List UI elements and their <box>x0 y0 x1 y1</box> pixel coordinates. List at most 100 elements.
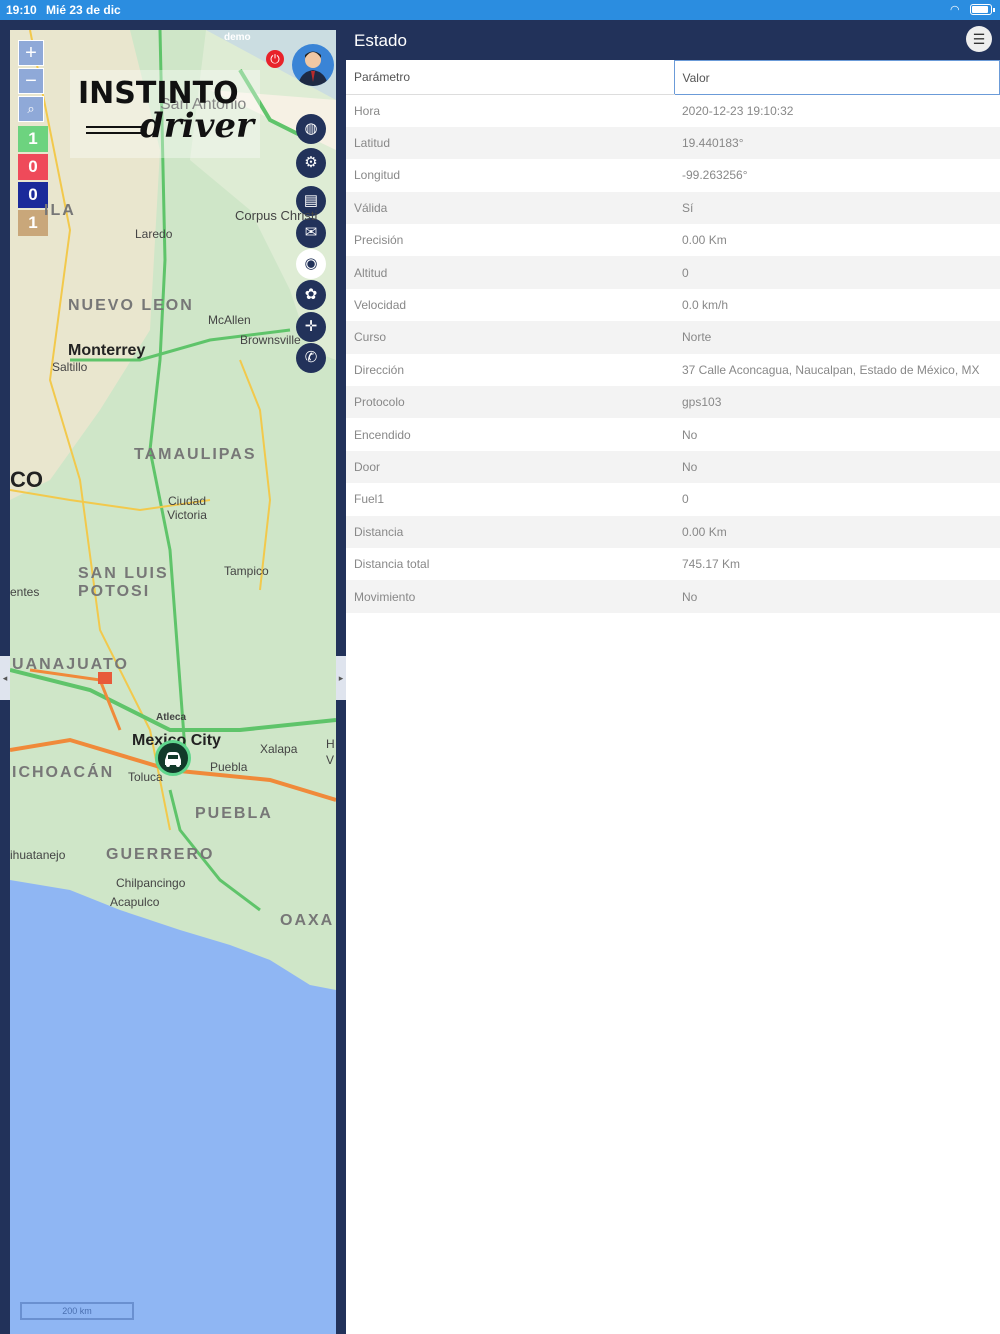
status-table: Parámetro Valor Hora 2020-12-23 19:10:32 L… <box>346 60 1000 613</box>
table-row[interactable]: Distancia total 745.17 Km <box>346 548 1000 580</box>
gear-icon[interactable]: ⚙ <box>296 148 326 178</box>
map-label: Acapulco <box>110 895 160 909</box>
value-cell: 0 <box>682 492 689 507</box>
paw-icon[interactable]: ✿ <box>296 280 326 310</box>
collapse-right-handle[interactable]: ▸ <box>336 656 346 700</box>
map-label: NUEVO LEON <box>68 297 194 314</box>
table-row[interactable]: Longitud -99.263256° <box>346 159 1000 191</box>
map-label: Laredo <box>135 227 173 241</box>
map-label: CO <box>10 467 43 492</box>
map-label: Monterrey <box>68 342 146 359</box>
map-label: H V <box>326 737 335 767</box>
parameter-cell: Encendido <box>354 427 411 442</box>
battery-level <box>972 6 989 13</box>
map-label: PUEBLA <box>195 805 273 822</box>
whatsapp-icon[interactable]: ✆ <box>296 343 326 373</box>
map-terrain <box>10 30 336 990</box>
value-cell: No <box>682 427 698 442</box>
zoom-in-button[interactable]: + <box>18 40 44 66</box>
map-label: Xalapa <box>260 742 298 756</box>
user-avatar-icon <box>298 51 328 86</box>
map-label: Chilpancingo <box>116 876 186 890</box>
collapse-left-handle[interactable]: ◂ <box>0 656 10 700</box>
map-label: Corpus Christi <box>235 208 318 223</box>
parameter-cell: Protocolo <box>346 386 674 419</box>
map-label: ILA <box>44 202 76 219</box>
value-cell: 0.0 km/h <box>682 298 729 313</box>
value-cell: Norte <box>674 321 1000 354</box>
instinto-driver-logo: INSTINTO driver <box>70 70 260 158</box>
table-row[interactable]: Válida Sí <box>346 191 1000 225</box>
parameter-cell: Movimiento <box>346 580 674 613</box>
table-row[interactable]: Latitud 19.440183° <box>346 126 1000 160</box>
map-label: entes <box>10 585 40 599</box>
map-frame: + − ⌕ 1 0 0 1 San Antonio INSTINTO drive… <box>0 20 346 1334</box>
parameter-cell: Hora <box>354 103 381 118</box>
map-label: UANAJUATO <box>12 656 129 673</box>
parameter-cell: Válida <box>346 191 674 225</box>
status-panel: Estado ☰ Parámetro Valor Hora 2020-12-23 … <box>346 20 1000 1334</box>
avatar[interactable] <box>292 44 334 86</box>
parameter-cell: Fuel1 <box>354 492 385 507</box>
car-icon <box>165 752 181 767</box>
value-cell: Sí <box>674 191 1000 225</box>
table-row[interactable]: Distancia 0.00 Km <box>346 515 1000 548</box>
value-cell: No <box>674 450 1000 484</box>
map-label: TAMAULIPAS <box>134 446 257 463</box>
parameter-cell: Velocidad <box>354 298 407 313</box>
value-cell: -99.263256° <box>682 168 748 183</box>
value-cell: 2020-12-23 19:10:32 <box>682 103 794 118</box>
map-label: McAllen <box>208 313 251 327</box>
parameter-cell: Distancia <box>346 515 674 548</box>
map-label: GUERRERO <box>106 846 215 863</box>
parameter-cell: Distancia total <box>354 557 430 572</box>
map-label: ICHOACÁN <box>12 764 115 781</box>
eye-icon[interactable]: ◉ <box>296 249 326 279</box>
count-badge-green[interactable]: 1 <box>18 126 48 152</box>
table-row[interactable]: Movimiento No <box>346 580 1000 613</box>
value-cell: 37 Calle Aconcagua, Naucalpan, Estado de… <box>682 362 980 377</box>
status-time: 19:10 <box>6 3 37 17</box>
count-badge-red[interactable]: 0 <box>18 154 48 180</box>
table-row[interactable]: Dirección 37 Calle Aconcagua, Naucalpan, … <box>346 354 1000 386</box>
table-row[interactable]: Precisión 0.00 Km <box>346 224 1000 256</box>
map-label: OAXA <box>280 912 335 929</box>
map-label: Atleca <box>156 712 187 723</box>
globe-icon[interactable]: ◍ <box>296 114 326 144</box>
parameter-cell: Longitud <box>354 168 401 183</box>
map-view[interactable]: + − ⌕ 1 0 0 1 San Antonio INSTINTO drive… <box>10 30 336 1334</box>
map-label: Puebla <box>210 760 248 774</box>
table-row[interactable]: Protocolo gps103 <box>346 386 1000 419</box>
table-header-row: Parámetro Valor <box>346 60 1000 95</box>
battery-icon <box>970 4 995 15</box>
menu-icon[interactable]: ☰ <box>966 26 992 52</box>
power-icon[interactable]: ⏻ <box>266 50 284 68</box>
status-date: Mié 23 de dic <box>46 3 121 17</box>
column-header-value[interactable]: Valor <box>673 60 1000 95</box>
table-row[interactable]: Fuel1 0 <box>346 483 1000 515</box>
parameter-cell: Precisión <box>354 233 404 248</box>
table-row[interactable]: Velocidad 0.0 km/h <box>346 289 1000 321</box>
table-row[interactable]: Door No <box>346 450 1000 484</box>
wifi-icon: ◠ <box>950 4 960 16</box>
table-row[interactable]: Curso Norte <box>346 321 1000 354</box>
parameter-cell: Dirección <box>354 362 405 377</box>
map-label: ihuatanejo <box>10 848 66 862</box>
table-row[interactable]: Altitud 0 <box>346 256 1000 289</box>
status-bar: 19:10 Mié 23 de dic ◠ <box>0 0 1000 20</box>
zoom-out-button[interactable]: − <box>18 68 44 94</box>
map-label: Tampico <box>224 564 269 578</box>
table-row[interactable]: Hora 2020-12-23 19:10:32 <box>346 95 1000 127</box>
map-label: Brownsville <box>240 333 301 347</box>
search-icon[interactable]: ⌕ <box>18 96 44 122</box>
map-label: Ciudad Victoria <box>167 494 207 522</box>
parameter-cell: Latitud <box>346 126 674 160</box>
column-header-parameter[interactable]: Parámetro <box>346 60 674 95</box>
scale-bar: 200 km <box>20 1302 134 1320</box>
map-label: SAN LUIS POTOSI <box>78 565 169 600</box>
parameter-cell: Curso <box>346 321 674 354</box>
table-row[interactable]: Encendido No <box>346 418 1000 450</box>
vehicle-marker[interactable] <box>155 740 191 776</box>
value-cell: 0.00 Km <box>682 233 727 248</box>
value-cell: 19.440183° <box>674 126 1000 160</box>
